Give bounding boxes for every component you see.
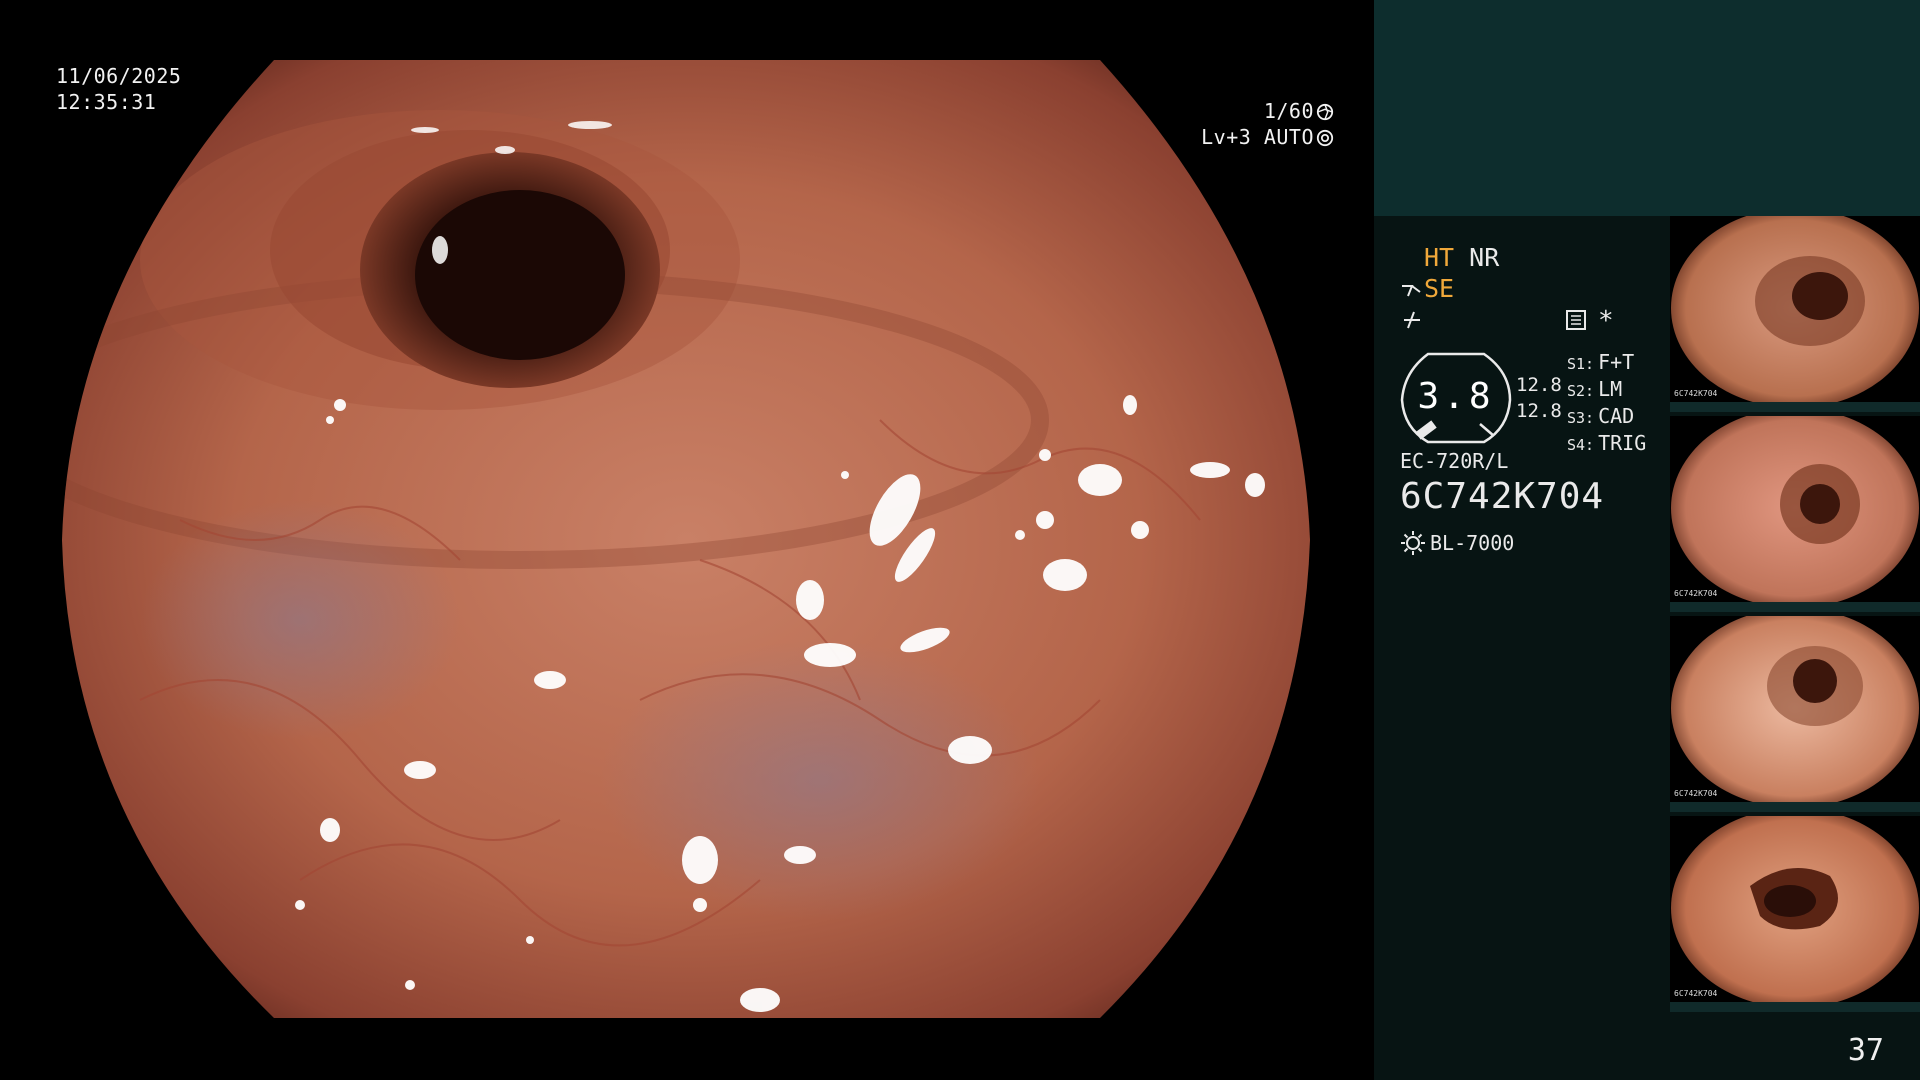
thumbnail-2[interactable]: 6C742K704: [1670, 416, 1920, 612]
camera-settings-overlay: 1/60 Lv+3 AUTO: [1201, 98, 1334, 150]
page-number: 37: [1847, 1033, 1884, 1068]
thumbnail-image: [1671, 816, 1919, 1008]
gauge-number-2: 12.8: [1516, 400, 1562, 422]
main-endoscope-view: 11/06/2025 12:35:31 1/60 Lv+3 AUTO: [0, 0, 1374, 1080]
exposure-mode-text: AUTO: [1263, 125, 1314, 149]
thumbnail-bar: [1670, 602, 1920, 612]
iris-icon: [1316, 129, 1334, 147]
magnification-gauge: 3.8: [1398, 350, 1514, 446]
side-panel: HT NR SE * 3.8 12.8 12.8 S1: F+T S2: LM …: [1374, 0, 1920, 1080]
thumbnail-bar: [1670, 1002, 1920, 1012]
thumbnail-image: [1671, 616, 1919, 808]
gauge-value: 3.8: [1417, 376, 1495, 417]
level-text: Lv+3: [1201, 125, 1252, 149]
shutter-row: 1/60: [1201, 98, 1334, 124]
freeze-icon: [1404, 311, 1420, 329]
slot-s4: S4: TRIG: [1567, 431, 1647, 455]
button-assignments: S1: F+T S2: LM S3: CAD S4: TRIG: [1567, 350, 1646, 458]
thumbnail-image: [1671, 416, 1919, 608]
date-text: 11/06/2025: [56, 64, 182, 88]
light-source-icon: [1401, 531, 1425, 555]
exposure-row: Lv+3 AUTO: [1201, 124, 1334, 150]
scope-model: EC-720R/L: [1400, 449, 1509, 473]
light-source-text: BL-7000: [1430, 531, 1515, 555]
thumbnail-3[interactable]: 6C742K704: [1670, 616, 1920, 812]
thumbnail-bar: [1670, 802, 1920, 812]
mode-nr: NR: [1469, 243, 1500, 272]
endoscope-image: [62, 60, 1310, 1018]
thumbnail-label: 6C742K704: [1674, 789, 1718, 798]
light-source-row: BL-7000: [1400, 530, 1514, 556]
memory-card-icon: [1566, 310, 1586, 330]
asterisk-indicator: *: [1598, 306, 1614, 336]
slot-s2: S2: LM: [1567, 377, 1623, 401]
time-text: 12:35:31: [56, 90, 157, 114]
structure-enhance-icon: [1402, 285, 1421, 297]
aperture-icon: [1316, 103, 1334, 121]
date-time-overlay: 11/06/2025 12:35:31: [56, 63, 181, 115]
scope-serial: 6C742K704: [1400, 476, 1605, 517]
thumbnail-1[interactable]: 6C742K704: [1670, 216, 1920, 412]
thumbnail-bar: [1670, 402, 1920, 412]
thumbnail-label: 6C742K704: [1674, 589, 1718, 598]
thumbnail-label: 6C742K704: [1674, 989, 1718, 998]
mode-se: SE: [1424, 274, 1455, 303]
thumbnail-image: [1671, 216, 1919, 408]
endoscopy-screen: 11/06/2025 12:35:31 1/60 Lv+3 AUTO HT NR…: [0, 0, 1920, 1080]
side-panel-header-area: [1374, 0, 1920, 216]
processing-modes: HT NR: [1424, 243, 1499, 272]
mode-ht: HT: [1424, 243, 1455, 272]
slot-s3: S3: CAD: [1567, 404, 1635, 428]
thumbnail-label: 6C742K704: [1674, 389, 1718, 398]
thumbnail-4[interactable]: 6C742K704: [1670, 816, 1920, 1012]
gauge-number-1: 12.8: [1516, 374, 1562, 396]
slot-s1: S1: F+T: [1567, 350, 1635, 374]
gauge-numbers: 12.8 12.8: [1516, 372, 1562, 424]
shutter-speed-text: 1/60: [1263, 99, 1314, 123]
